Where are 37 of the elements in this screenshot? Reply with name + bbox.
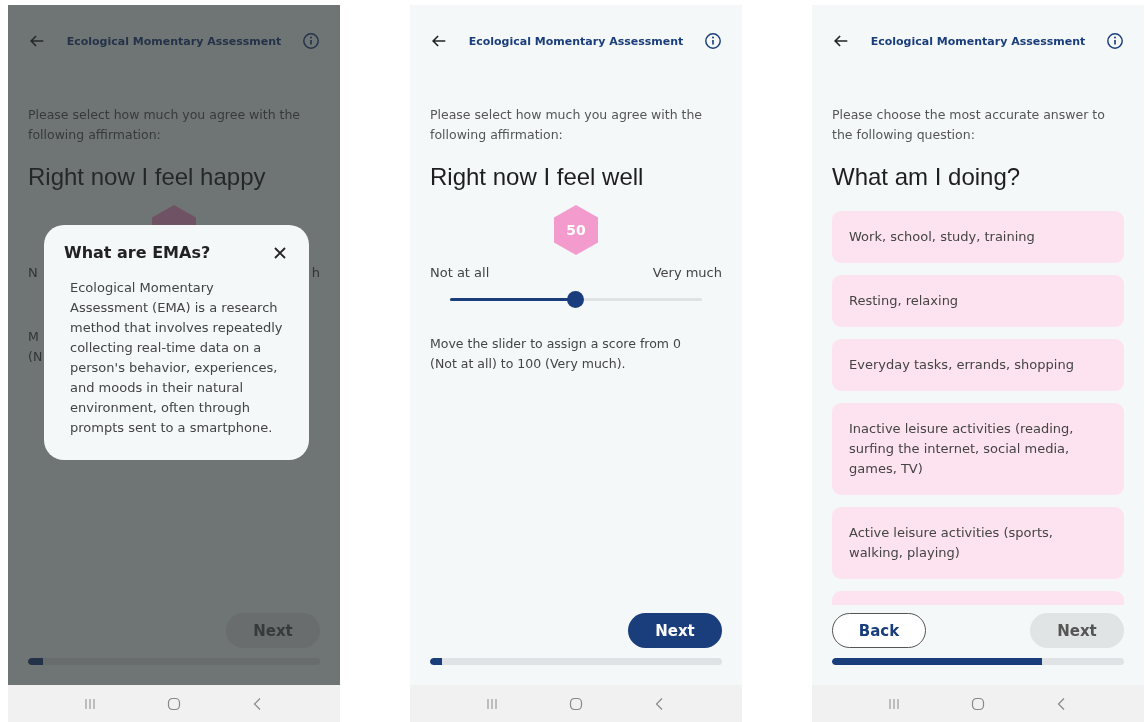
instruction-text: Please select how much you agree with the following affirmation: [28, 106, 302, 144]
home-icon[interactable] [569, 696, 583, 711]
home-icon[interactable] [167, 696, 181, 711]
help-text: Move the slider to assign a score from 0 [430, 335, 681, 353]
help-text: M [28, 328, 39, 346]
nav-button[interactable]: Back [832, 613, 926, 648]
recent-apps-icon[interactable] [887, 696, 901, 711]
answer-option[interactable]: Active leisure activities (sports, walking, playing) [832, 507, 1124, 579]
recent-apps-icon[interactable] [83, 696, 97, 711]
question-heading: Right now I feel happy [28, 163, 267, 191]
score-slider[interactable] [450, 291, 702, 308]
screen-title: Ecological Momentary Assessment [870, 34, 1086, 48]
slider-min-label: N [28, 265, 38, 280]
answer-option[interactable]: Everyday tasks, errands, shopping [832, 339, 1124, 391]
screen-title: Ecological Momentary Assessment [66, 34, 282, 48]
answer-option[interactable]: Inactive leisure activities (reading, surfing the internet, social media, games, TV) [832, 403, 1124, 495]
score-badge: 50 [554, 205, 598, 255]
answer-option[interactable]: Resting, relaxing [832, 275, 1124, 327]
help-text: (Not at all) to 100 (Very much). [430, 355, 626, 373]
question-heading: What am I doing? [832, 163, 1022, 191]
home-icon[interactable] [971, 696, 985, 711]
screen-title: Ecological Momentary Assessment [468, 34, 684, 48]
info-icon[interactable] [1106, 32, 1124, 50]
answer-option[interactable]: Work, school, study, training [832, 211, 1124, 263]
slider-thumb[interactable] [567, 291, 584, 308]
nav-button[interactable]: Next [628, 613, 722, 648]
slider-max-label: h [311, 265, 320, 280]
slider-max-label: Very much [652, 265, 722, 280]
slider-min-label: Not at all [430, 265, 490, 280]
instruction-text: Please select how much you agree with the following affirmation: [430, 106, 704, 144]
dialog-text: Ecological Momentary Assessment (EMA) is a research method that involves repeatedly collecting real-time data on a person's behavior, experiences, and moods in their natural environment, often through prompts sent to a smartphone. [70, 279, 284, 437]
help-text: (N [28, 348, 43, 366]
recent-apps-icon[interactable] [485, 696, 499, 711]
instruction-text: Please choose the most accurate answer to the following question: [832, 106, 1106, 144]
dialog-title: What are EMAs? [64, 243, 211, 262]
info-icon[interactable] [704, 32, 722, 50]
question-heading: Right now I feel well [430, 163, 645, 191]
